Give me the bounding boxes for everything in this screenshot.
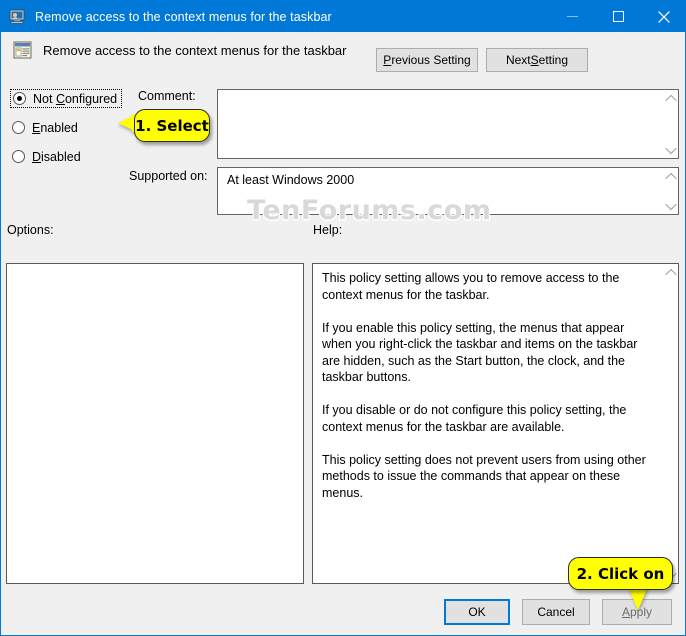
callout-tail-step-2 [628, 587, 648, 610]
title-bar: Remove access to the context menus for t… [1, 1, 685, 32]
chevron-up-icon[interactable] [663, 90, 679, 107]
radio-label-enabled: Enabled [32, 120, 78, 135]
help-text: This policy setting allows you to remove… [322, 271, 646, 500]
policy-setting-icon [13, 41, 33, 60]
window-title: Remove access to the context menus for t… [35, 9, 332, 24]
radio-indicator [12, 150, 25, 163]
radio-indicator [13, 92, 26, 105]
supported-on-label: Supported on: [129, 169, 208, 183]
chevron-down-icon[interactable] [663, 197, 679, 214]
help-scrollbar[interactable] [662, 264, 678, 583]
next-setting-button[interactable]: Next Setting [486, 48, 588, 72]
previous-setting-button[interactable]: Previous Setting [376, 48, 478, 72]
radio-label-disabled: Disabled [32, 149, 81, 164]
close-button[interactable] [641, 1, 685, 32]
radio-label-not-configured: Not Configured [33, 91, 118, 106]
previous-setting-label: revious Setting [391, 53, 471, 67]
chevron-down-icon[interactable] [663, 141, 679, 158]
radio-disabled[interactable]: Disabled [12, 148, 81, 165]
chevron-up-icon[interactable] [663, 168, 679, 185]
comment-scrollbar[interactable] [662, 90, 678, 158]
policy-header: Remove access to the context menus for t… [13, 41, 346, 60]
chevron-up-icon[interactable] [663, 264, 679, 281]
next-setting-label: Next [505, 53, 531, 67]
minimize-button[interactable] [549, 1, 595, 32]
supported-on-field[interactable]: At least Windows 2000 [217, 167, 679, 215]
radio-enabled[interactable]: Enabled [12, 119, 78, 136]
help-label: Help: [313, 223, 343, 237]
supported-on-scrollbar[interactable] [662, 168, 678, 214]
group-policy-setting-dialog: Remove access to the context menus for t… [0, 0, 686, 636]
computer-policy-icon [9, 8, 27, 26]
callout-step-1: 1. Select [134, 109, 210, 142]
radio-not-configured[interactable]: Not Configured [10, 89, 123, 108]
supported-on-value: At least Windows 2000 [227, 173, 355, 187]
comment-label: Comment: [138, 89, 196, 103]
options-panel[interactable] [6, 263, 304, 584]
cancel-button[interactable]: Cancel [522, 599, 590, 625]
maximize-button[interactable] [595, 1, 641, 32]
options-label: Options: [7, 223, 54, 237]
callout-step-2: 2. Click on [568, 557, 673, 590]
help-panel[interactable]: This policy setting allows you to remove… [312, 263, 679, 584]
ok-button[interactable]: OK [444, 599, 510, 625]
radio-indicator [12, 121, 25, 134]
comment-textarea[interactable] [217, 89, 679, 159]
policy-title: Remove access to the context menus for t… [43, 43, 347, 58]
